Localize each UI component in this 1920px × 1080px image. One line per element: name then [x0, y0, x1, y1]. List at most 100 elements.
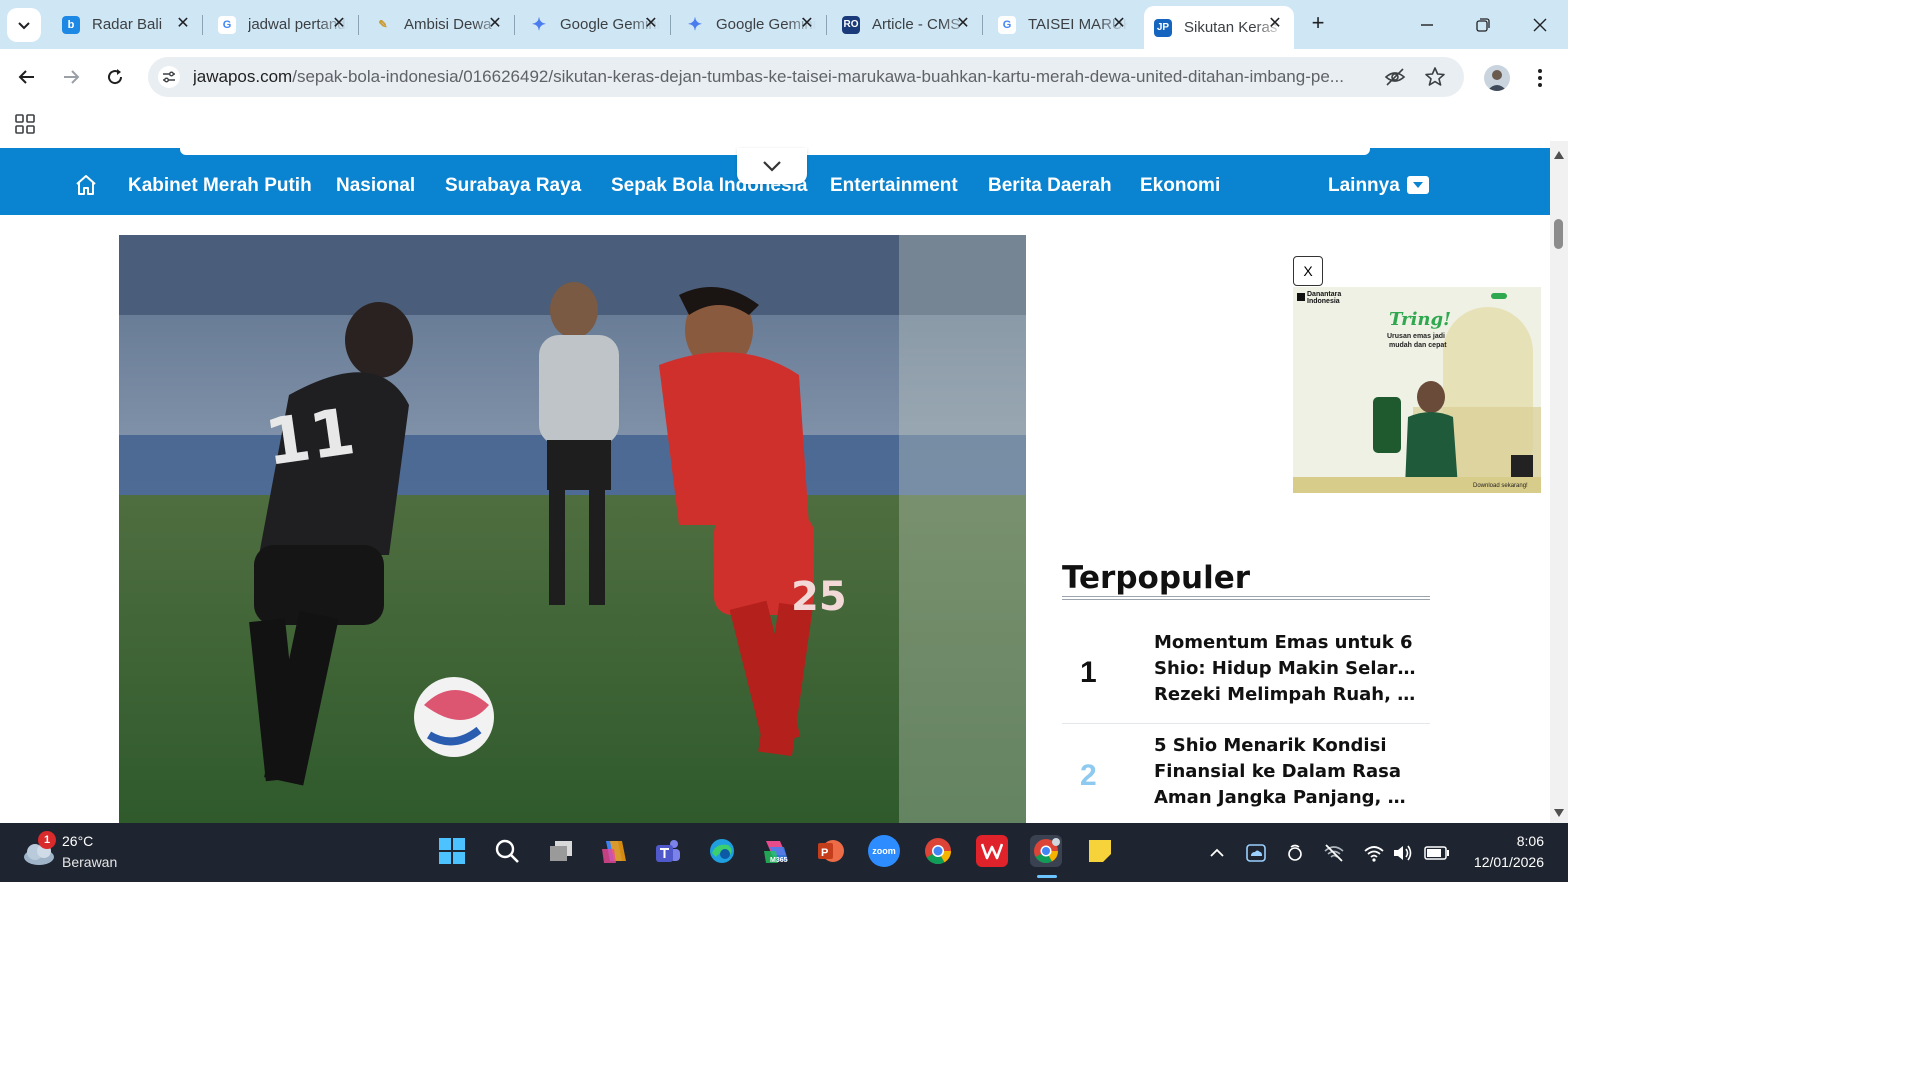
sticky-notes-icon[interactable]	[1084, 835, 1116, 867]
task-view-icon[interactable]	[545, 835, 577, 867]
nav-nasional[interactable]: Nasional	[336, 175, 415, 197]
close-window-button[interactable]	[1525, 10, 1555, 40]
tab-search-button[interactable]	[7, 8, 41, 42]
svg-text:P: P	[821, 847, 828, 859]
scroll-down-icon[interactable]	[1554, 809, 1564, 817]
scroll-thumb[interactable]	[1554, 219, 1563, 249]
tab-radar-bali[interactable]: b Radar Bali ✕	[52, 6, 202, 43]
close-icon[interactable]: ✕	[1266, 15, 1284, 33]
svg-text:25: 25	[791, 574, 847, 620]
close-icon[interactable]: ✕	[954, 15, 972, 33]
chevron-down-icon	[18, 22, 30, 30]
apps-grid-icon[interactable]	[14, 113, 36, 135]
tab-sikutan-keras[interactable]: JP Sikutan Keras ✕	[1144, 6, 1294, 49]
zoom-icon[interactable]: zoom	[868, 835, 900, 867]
clock-date[interactable]: 12/01/2026	[1462, 854, 1544, 870]
close-icon[interactable]: ✕	[486, 15, 504, 33]
clock-time[interactable]: 8:06	[1490, 833, 1544, 849]
battery-icon[interactable]	[1424, 843, 1450, 863]
nav-entertainment[interactable]: Entertainment	[830, 175, 958, 197]
google-favicon-icon: G	[998, 15, 1016, 34]
browser-toolbar: jawapos.com/sepak-bola-indonesia/0166264…	[0, 49, 1568, 105]
browser-menu-button[interactable]	[1532, 65, 1548, 91]
active-app-indicator	[1037, 875, 1057, 878]
network-off-icon[interactable]	[1323, 843, 1345, 863]
chrome-profile-icon[interactable]	[1030, 835, 1062, 867]
site-info-icon[interactable]	[158, 66, 180, 88]
close-icon[interactable]: ✕	[174, 15, 192, 33]
tab-ambisi-dewa[interactable]: ✎ Ambisi Dewa ✕	[364, 6, 514, 43]
nav-berita-daerah[interactable]: Berita Daerah	[988, 175, 1112, 197]
bookmarks-bar	[0, 105, 1568, 141]
popular-divider	[1062, 596, 1430, 600]
close-icon[interactable]: ✕	[642, 15, 660, 33]
minimize-button[interactable]	[1412, 10, 1442, 40]
weather-badge: 1	[38, 831, 56, 849]
popular-headline[interactable]: Momentum Emas untuk 6 Shio: Hidup Makin …	[1154, 630, 1420, 708]
weather-temperature[interactable]: 26°C	[62, 833, 93, 849]
ad-brand: Danantara Indonesia	[1307, 291, 1342, 305]
bookmark-star-icon[interactable]	[1424, 66, 1446, 88]
arrow-right-icon	[64, 70, 80, 84]
start-icon[interactable]	[436, 835, 468, 867]
address-bar[interactable]: jawapos.com/sepak-bola-indonesia/0166264…	[148, 57, 1464, 97]
chevron-up-icon[interactable]	[1206, 843, 1228, 863]
profile-avatar[interactable]	[1484, 65, 1510, 91]
close-icon[interactable]: ✕	[1110, 15, 1128, 33]
home-icon[interactable]	[74, 173, 98, 197]
m365-icon[interactable]: M365	[760, 835, 792, 867]
weather-description[interactable]: Berawan	[62, 854, 117, 870]
scroll-up-icon[interactable]	[1554, 151, 1564, 159]
jawapos-favicon-icon: JP	[1154, 18, 1172, 37]
gemini-favicon-icon: ✦	[531, 14, 547, 34]
page-scrollbar[interactable]	[1550, 141, 1568, 823]
tab-taisei[interactable]: G TAISEI MARUKAWA ✕	[988, 6, 1138, 43]
volume-icon[interactable]	[1392, 843, 1414, 863]
ad-tagline-1: Urusan emas jadi	[1387, 333, 1445, 340]
nav-ekonomi[interactable]: Ekonomi	[1140, 175, 1220, 197]
tab-article-cms[interactable]: RO Article - CMS ✕	[832, 6, 982, 43]
tab-jadwal[interactable]: G jadwal pertandingan ✕	[208, 6, 358, 43]
teams-icon[interactable]	[652, 835, 684, 867]
reload-icon	[108, 69, 123, 85]
nav-lainnya[interactable]: Lainnya	[1328, 175, 1400, 197]
url-text: jawapos.com/sepak-bola-indonesia/0166264…	[193, 67, 1344, 86]
location-icon[interactable]	[1284, 843, 1306, 863]
tab-gemini-1[interactable]: ✦ Google Gemini ✕	[520, 6, 670, 43]
popular-rank: 1	[1080, 656, 1097, 689]
chevron-down-icon	[763, 161, 781, 172]
onedrive-icon[interactable]	[1245, 843, 1267, 863]
eye-off-icon[interactable]	[1384, 66, 1406, 88]
expand-header-button[interactable]	[737, 148, 807, 184]
wifi-icon[interactable]	[1363, 843, 1385, 863]
edge-icon[interactable]	[706, 835, 738, 867]
caret-down-icon[interactable]	[1407, 176, 1429, 194]
nav-kabinet-merah-putih[interactable]: Kabinet Merah Putih	[128, 175, 312, 197]
close-icon[interactable]: ✕	[798, 15, 816, 33]
tab-strip: b Radar Bali ✕ G jadwal pertandingan ✕ ✎…	[0, 0, 1568, 49]
back-button[interactable]	[11, 61, 43, 93]
search-icon[interactable]	[491, 835, 523, 867]
arrow-left-icon	[18, 70, 34, 84]
reload-button[interactable]	[99, 61, 131, 93]
tab-gemini-2[interactable]: ✦ Google Gemini ✕	[676, 6, 826, 43]
powerpoint-icon[interactable]: P	[814, 835, 846, 867]
popular-item[interactable]: 1 Momentum Emas untuk 6 Shio: Hidup Maki…	[1062, 630, 1430, 730]
ad-headline: Tring!	[1389, 309, 1451, 330]
popular-item[interactable]: 2 5 Shio Menarik Kondisi Finansial ke Da…	[1062, 733, 1430, 823]
ad-tagline-2: mudah dan cepat	[1389, 342, 1447, 349]
forward-button[interactable]	[55, 61, 87, 93]
new-tab-button[interactable]: +	[1306, 12, 1330, 36]
popular-rank: 2	[1080, 759, 1097, 792]
nav-surabaya-raya[interactable]: Surabaya Raya	[445, 175, 581, 197]
sidebar-ad[interactable]: Danantara Indonesia Tring! Urusan emas j…	[1293, 287, 1541, 493]
copilot-icon[interactable]	[598, 835, 630, 867]
restore-button[interactable]	[1468, 10, 1498, 40]
chrome-icon[interactable]	[922, 835, 954, 867]
pen-favicon-icon: ✎	[378, 19, 388, 31]
close-icon[interactable]: ✕	[330, 15, 348, 33]
ad-close-button[interactable]: X	[1293, 256, 1323, 286]
wps-icon[interactable]	[976, 835, 1008, 867]
minimize-icon	[1421, 24, 1433, 26]
popular-headline[interactable]: 5 Shio Menarik Kondisi Finansial ke Dala…	[1154, 733, 1420, 811]
